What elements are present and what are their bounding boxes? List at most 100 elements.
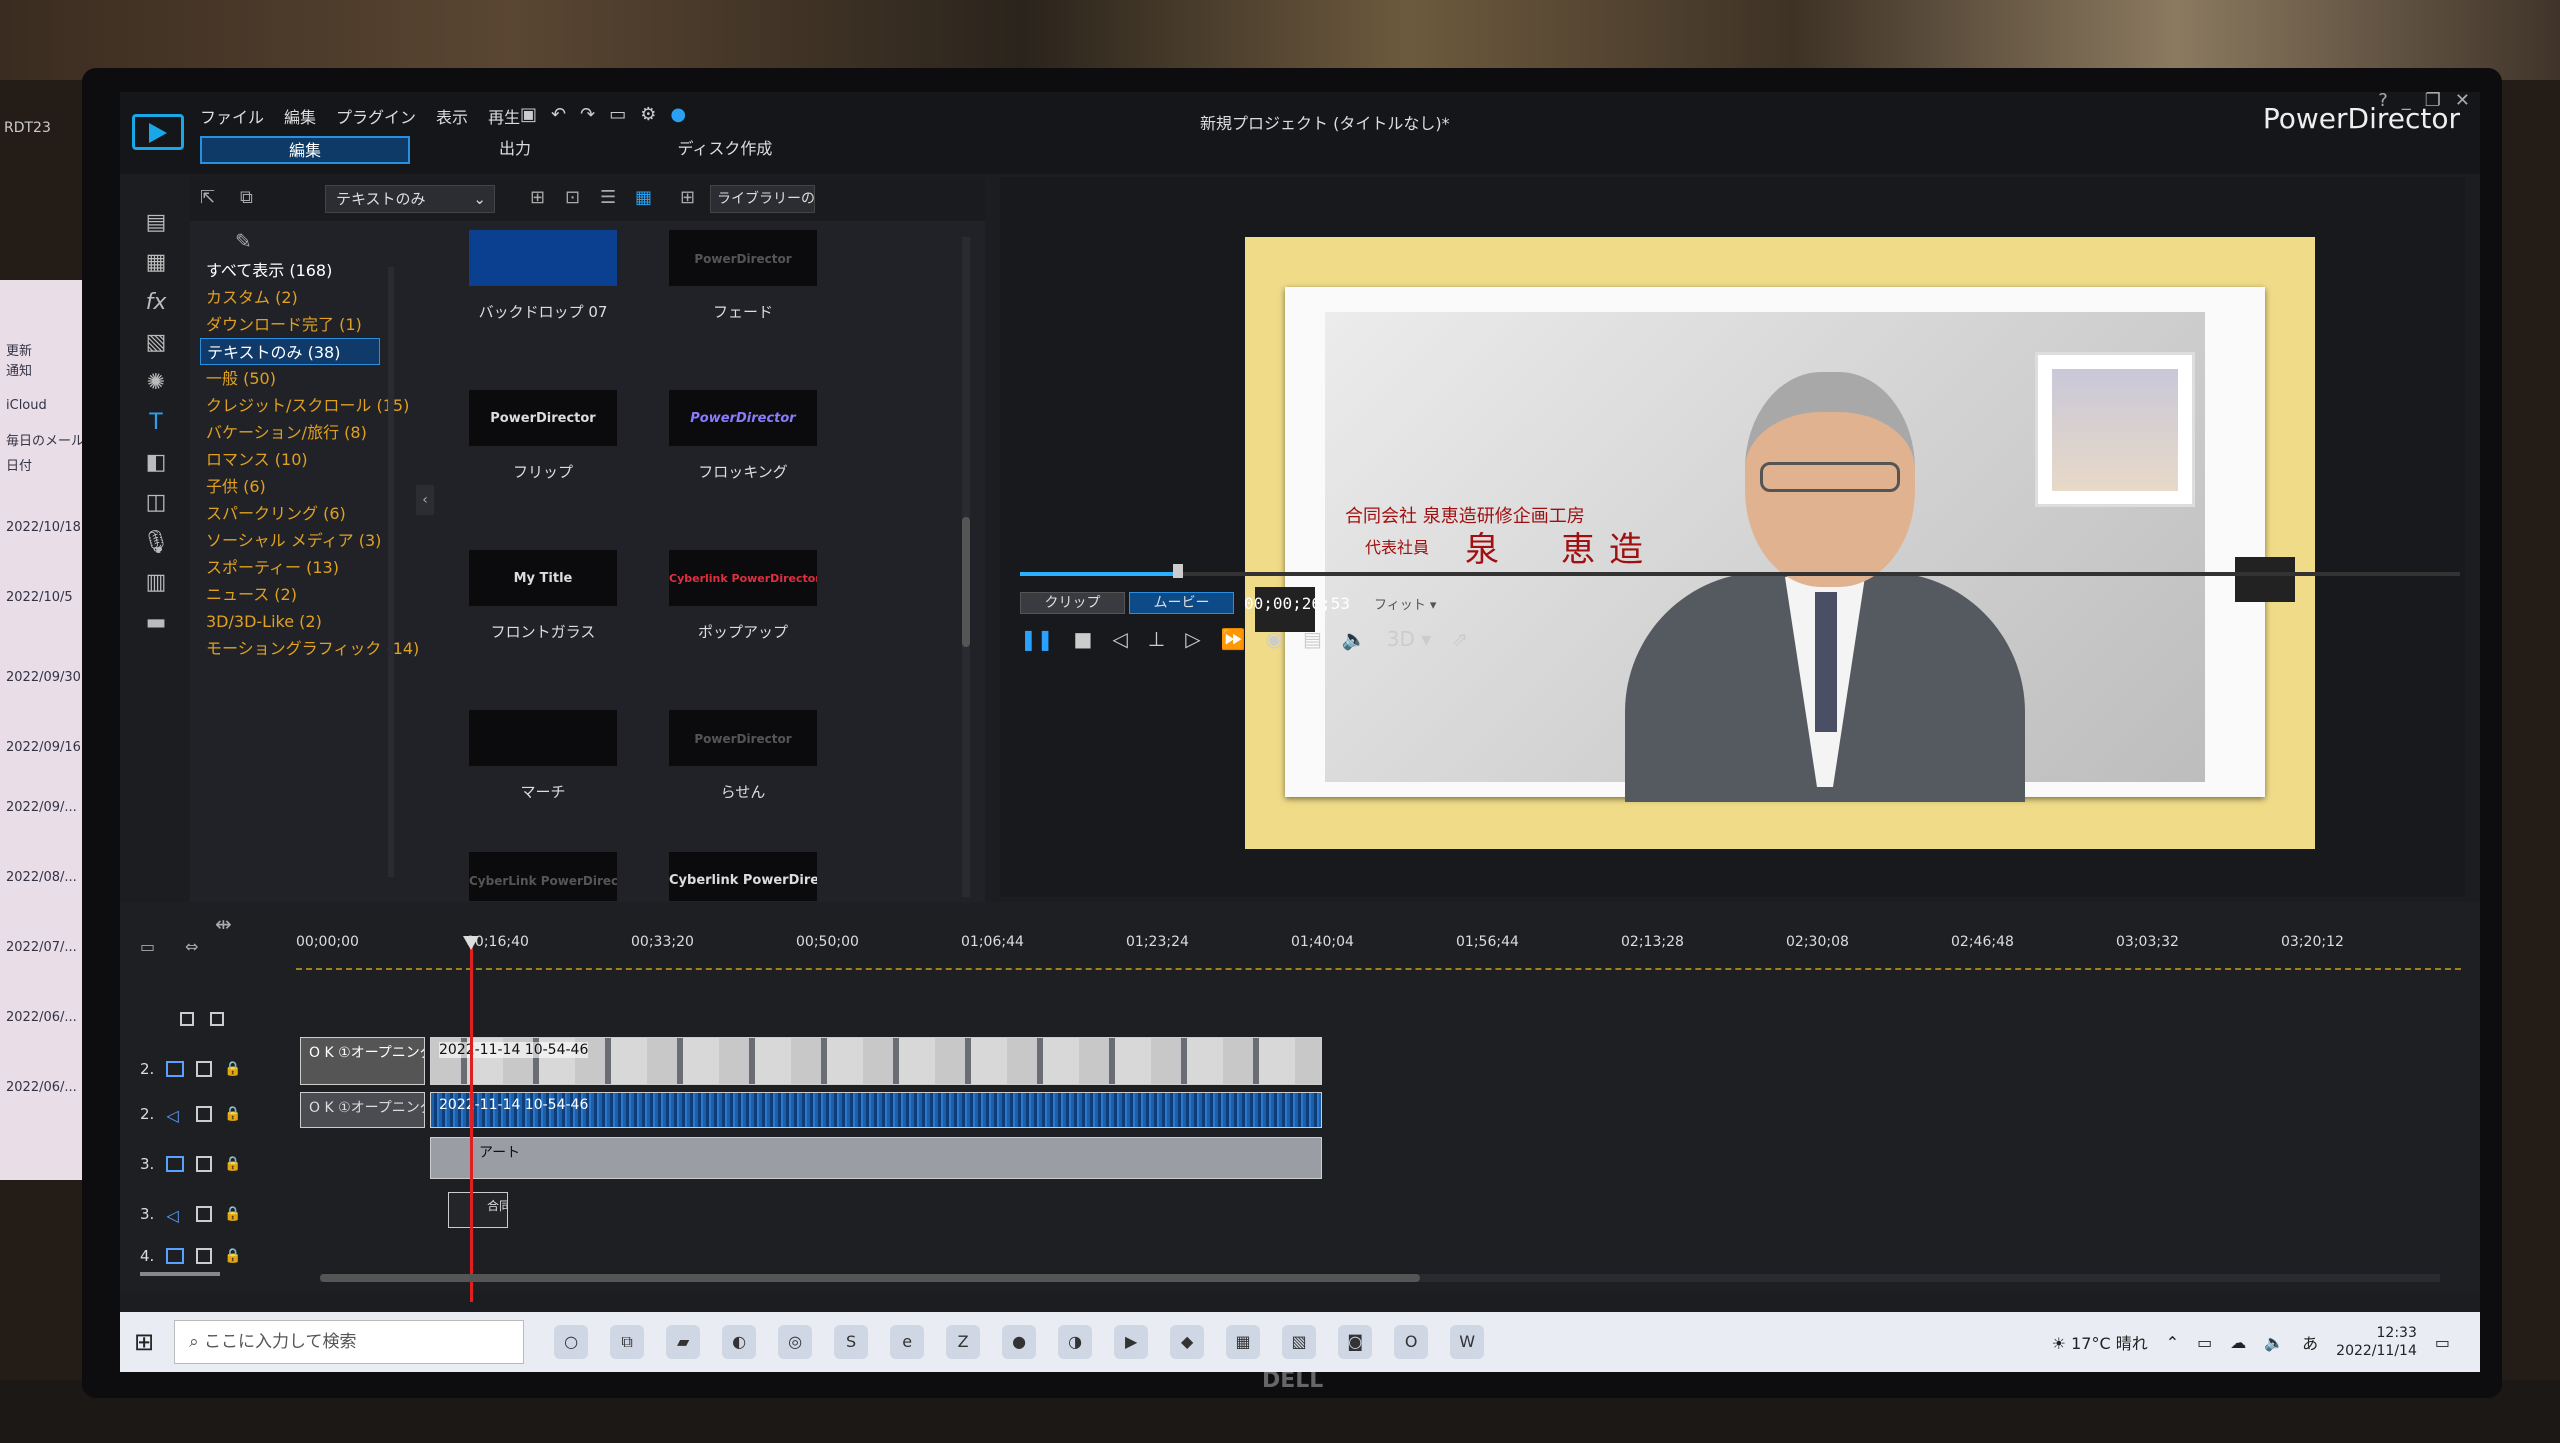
track-enable-checkbox[interactable] xyxy=(196,1248,213,1264)
firefox-icon[interactable]: ◐ xyxy=(722,1325,757,1359)
grid-view-icon[interactable]: ⊞ xyxy=(680,187,695,208)
tab-disc[interactable]: ディスク作成 xyxy=(620,136,830,164)
category-item[interactable]: すべて表示 (168) xyxy=(200,257,380,284)
subtitle-room-icon[interactable]: ▬ xyxy=(140,607,172,639)
undock-icon[interactable]: ⇗ xyxy=(1451,627,1468,651)
snapshot-icon[interactable]: ◉ xyxy=(1266,627,1283,651)
undo-icon[interactable]: ↶ xyxy=(551,104,566,125)
powerdirector-icon[interactable]: ▶ xyxy=(1114,1325,1149,1359)
menu-play[interactable]: 再生 xyxy=(488,104,520,128)
clip-mode-button[interactable]: クリップ xyxy=(1020,592,1125,614)
ime-indicator[interactable]: あ xyxy=(2302,1330,2318,1354)
collapse-panel-button[interactable]: ‹ xyxy=(416,485,434,515)
lock-icon[interactable]: 🔒 xyxy=(224,1106,241,1122)
track-enable-checkbox[interactable] xyxy=(196,1106,213,1122)
taskbar-clock[interactable]: 12:33 2022/11/14 xyxy=(2336,1324,2417,1360)
category-item[interactable]: スポーティー (13) xyxy=(200,554,380,581)
movie-mode-button[interactable]: ムービー xyxy=(1129,592,1234,614)
timeline-fit-icon[interactable]: ⇹ xyxy=(215,912,232,936)
import-icon[interactable]: ⇱ xyxy=(200,187,215,208)
obs-icon[interactable]: ◑ xyxy=(1058,1325,1093,1359)
category-item-selected[interactable]: テキストのみ (38) xyxy=(200,338,380,365)
chapter-room-icon[interactable]: ▥ xyxy=(140,567,172,599)
photo-app-icon[interactable]: ▧ xyxy=(1282,1325,1317,1359)
timeline-scrollbar[interactable] xyxy=(320,1274,2440,1282)
scrollbar-thumb[interactable] xyxy=(320,1274,1420,1282)
network-icon[interactable]: ▭ xyxy=(2197,1333,2212,1352)
volume-icon[interactable]: 🔈 xyxy=(1342,627,1367,651)
notifications-icon[interactable]: ▭ xyxy=(2435,1333,2450,1352)
split-icon[interactable]: ⊥ xyxy=(1148,627,1165,651)
gear-icon[interactable]: ⚙ xyxy=(640,104,656,125)
library-search-input[interactable]: ライブラリーの検索 xyxy=(710,185,815,213)
category-item[interactable]: クレジット/スクロール (15) xyxy=(200,392,409,419)
template-tile[interactable]: CyberLink PowerDirector xyxy=(468,851,618,901)
chrome-icon[interactable]: ◎ xyxy=(778,1325,813,1359)
zoom-icon[interactable]: Z xyxy=(946,1325,981,1359)
media-room-icon[interactable]: ▤ xyxy=(140,207,172,239)
video-app-icon[interactable]: ◆ xyxy=(1170,1325,1205,1359)
record-icon[interactable]: ● xyxy=(1002,1325,1037,1359)
category-scrollbar[interactable] xyxy=(388,267,394,877)
lock-icon[interactable]: 🔒 xyxy=(224,1206,241,1222)
template-tile[interactable]: Cyberlink PowerDirector ポップアップ xyxy=(668,549,818,642)
fx-room-icon[interactable]: fx xyxy=(140,287,172,319)
template-tile[interactable]: PowerDirector らせん xyxy=(668,709,818,802)
file-explorer-icon[interactable]: ▰ xyxy=(666,1325,701,1359)
track-enable-checkbox[interactable] xyxy=(196,1061,213,1077)
taskbar-search-input[interactable]: ⌕ ここに入力して検索 xyxy=(174,1320,525,1364)
chevron-up-icon[interactable]: ⌃ xyxy=(2166,1333,2179,1352)
scrollbar-thumb[interactable] xyxy=(962,517,970,647)
template-tile[interactable]: My Title フロントガラス xyxy=(468,549,618,642)
timeline-clip-art[interactable]: アート xyxy=(430,1137,1322,1179)
timeline-playhead[interactable] xyxy=(470,942,473,1302)
notification-icon[interactable]: ● xyxy=(670,104,686,125)
lock-icon[interactable]: 🔒 xyxy=(224,1248,241,1264)
windows-start-icon[interactable]: ⊞ xyxy=(134,1328,154,1356)
timeline-clip-intro-audio[interactable]: O K ①オープニングパワポ素材 xyxy=(300,1092,425,1128)
voice-over-icon[interactable]: 🎙 xyxy=(140,527,172,559)
zoom-slider[interactable] xyxy=(140,1272,220,1276)
volume-icon[interactable]: 🔈 xyxy=(2264,1333,2284,1352)
fast-forward-icon[interactable]: ⏩ xyxy=(1221,627,1246,651)
media-app-icon[interactable]: ▦ xyxy=(1226,1325,1261,1359)
menu-file[interactable]: ファイル xyxy=(200,104,264,128)
audio-mixing-icon[interactable]: ◫ xyxy=(140,487,172,519)
save-icon[interactable]: ▣ xyxy=(520,104,537,125)
template-tile[interactable]: マーチ xyxy=(468,709,618,802)
lock-icon[interactable]: 🔒 xyxy=(224,1061,241,1077)
weather-widget[interactable]: ☀ 17°C 晴れ xyxy=(2052,1330,2148,1354)
category-item[interactable]: ダウンロード完了 (1) xyxy=(200,311,380,338)
skype-icon[interactable]: S xyxy=(834,1325,869,1359)
category-item[interactable]: 3D/3D-Like (2) xyxy=(200,608,380,635)
template-tile[interactable]: PowerDirector フリップ xyxy=(468,389,618,482)
cloud-icon[interactable]: ☁ xyxy=(2230,1333,2246,1352)
category-item[interactable]: ソーシャル メディア (3) xyxy=(200,527,381,554)
category-item[interactable]: カスタム (2) xyxy=(200,284,380,311)
tab-produce[interactable]: 出力 xyxy=(410,136,620,164)
template-tile[interactable]: Cyberlink PowerDirector xyxy=(668,851,818,901)
category-item[interactable]: バケーション/旅行 (8) xyxy=(200,419,380,446)
aspect-ratio-icon[interactable]: ▭ xyxy=(609,104,626,125)
category-item[interactable]: 一般 (50) xyxy=(200,365,380,392)
timeline-clip-main-audio[interactable]: 2022-11-14 10-54-46 xyxy=(430,1092,1322,1128)
help-icon[interactable]: ? xyxy=(2378,92,2388,111)
category-item[interactable]: ニュース (2) xyxy=(200,581,380,608)
template-room-icon[interactable]: ▦ xyxy=(140,247,172,279)
seek-handle[interactable] xyxy=(1173,564,1184,578)
timecode-display[interactable]: 00;00;26;53 xyxy=(1244,594,1350,613)
task-view-icon[interactable]: ○ xyxy=(554,1325,589,1359)
timeline-ruler[interactable]: 00;00;00 00;16;40 00;33;20 00;50;00 01;0… xyxy=(296,934,2461,970)
template-tile[interactable]: バックドロップ 07 xyxy=(468,229,618,322)
fit-dropdown[interactable]: フィット ▾ xyxy=(1374,594,1436,613)
minimize-icon[interactable]: _ xyxy=(2402,92,2411,111)
timeline-clip-title[interactable]: 合同 xyxy=(448,1192,508,1228)
track-enable-checkbox[interactable] xyxy=(196,1206,213,1222)
add-to-timeline-icon[interactable]: ⊡ xyxy=(565,187,580,208)
select-all-checkbox[interactable] xyxy=(180,1012,194,1026)
template-tile[interactable]: PowerDirector フロッキング xyxy=(668,389,818,482)
edge-icon[interactable]: e xyxy=(890,1325,925,1359)
pause-icon[interactable]: ❚❚ xyxy=(1020,627,1054,651)
plugin-icon[interactable]: ⧉ xyxy=(240,187,253,208)
details-view-icon[interactable]: ☰ xyxy=(600,187,616,208)
